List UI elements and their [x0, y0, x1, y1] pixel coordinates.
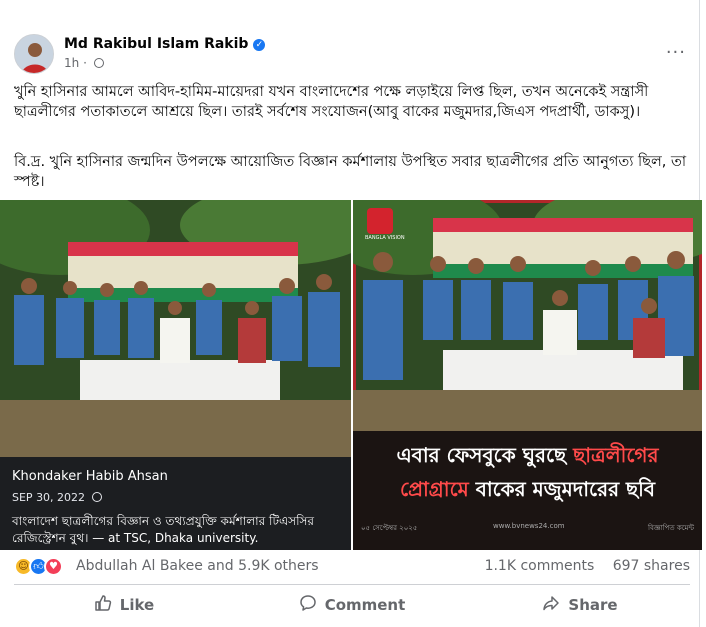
globe-icon — [93, 58, 104, 68]
photo-left[interactable]: Khondaker Habib Ahsan SEP 30, 2022 বাংলা… — [0, 200, 351, 550]
share-label: Share — [568, 596, 618, 614]
photo-left-scene — [0, 200, 351, 457]
post-photos: Khondaker Habib Ahsan SEP 30, 2022 বাংলা… — [0, 200, 702, 550]
banner-line-2: প্রোগ্রামে বাকের মজুমদারের ছবি — [353, 475, 702, 508]
comment-label: Comment — [324, 596, 406, 614]
banner-footer-date: ০৫ সেপ্টেম্বর ২০২৫ — [361, 524, 418, 532]
share-button[interactable]: Share — [470, 588, 690, 622]
post-text-paragraph-2: বি.দ্র. খুনি হাসিনার জন্মদিন উপলক্ষে আয়… — [14, 154, 687, 190]
overlay-caption: বাংলাদেশ ছাত্রলীগের বিজ্ঞান ও তথ্যপ্রযুক… — [12, 514, 315, 545]
banner-footer-url: www.bvnews24.com — [493, 522, 565, 530]
photo-left-overlay: Khondaker Habib Ahsan SEP 30, 2022 বাংলা… — [0, 457, 351, 550]
banner-line-1: এবার ফেসবুকে ঘুরছে ছাত্রলীগের — [353, 441, 702, 474]
photo-right[interactable]: BANGLA VISION এবার ফেসবুকে ঘুরছে ছাত্রলী… — [353, 200, 702, 550]
banner-line-1-text: এবার ফেসবুকে ঘুরছে — [396, 443, 574, 467]
post-meta: 1h · — [64, 56, 104, 70]
post-header: Md Rakibul Islam Rakib ✓ 1h · ··· — [12, 32, 692, 74]
bangla-vision-label: BANGLA VISION — [365, 235, 405, 241]
reaction-names[interactable]: Abdullah Al Bakee and 5.9K others — [76, 558, 319, 574]
avatar-image — [15, 35, 53, 73]
actions-divider — [14, 584, 690, 585]
author-name-text[interactable]: Md Rakibul Islam Rakib — [64, 36, 248, 52]
reactions-bar: ☺ 👍︎ ♥ Abdullah Al Bakee and 5.9K others… — [14, 556, 690, 578]
banner-line-2-text: বাকের মজুমদারের ছবি — [468, 477, 656, 501]
verified-badge-icon: ✓ — [253, 39, 266, 51]
post-time[interactable]: 1h — [64, 56, 79, 70]
banner-line-1-highlight: ছাত্রলীগের — [573, 443, 659, 467]
post-card: Md Rakibul Islam Rakib ✓ 1h · ··· খুনি হা… — [0, 0, 702, 627]
overlay-date-text: SEP 30, 2022 — [12, 491, 86, 504]
comment-icon — [299, 594, 317, 616]
photo-right-banner: এবার ফেসবুকে ঘুরছে ছাত্রলীগের প্রোগ্রামে… — [353, 431, 702, 550]
love-reaction-icon: ♥ — [44, 557, 63, 576]
post-text-paragraph-1: খুনি হাসিনার আমলে আবিদ-হামিম-মায়েদরা যখ… — [14, 84, 649, 120]
avatar[interactable] — [14, 34, 54, 74]
engagement-counts: 1.1K comments 697 shares — [471, 558, 690, 574]
globe-icon — [91, 492, 102, 502]
overlay-author-name[interactable]: Khondaker Habib Ahsan — [12, 469, 168, 484]
more-icon[interactable]: ··· — [666, 42, 686, 63]
overlay-date: SEP 30, 2022 — [12, 491, 102, 504]
comment-button[interactable]: Comment — [242, 588, 462, 622]
shares-count[interactable]: 697 shares — [613, 558, 690, 574]
like-button[interactable]: Like — [14, 588, 234, 622]
reaction-icons[interactable]: ☺ 👍︎ ♥ — [14, 557, 72, 577]
action-bar: Like Comment Share — [14, 588, 690, 622]
author-name[interactable]: Md Rakibul Islam Rakib ✓ — [64, 36, 266, 52]
like-icon — [94, 594, 112, 616]
like-label: Like — [119, 596, 155, 614]
share-icon — [542, 594, 560, 616]
banner-line-2-highlight: প্রোগ্রামে — [399, 477, 469, 501]
banner-footer-ad: বিজ্ঞাপিত কমেন্ট — [648, 524, 694, 532]
bangla-vision-logo-icon — [367, 208, 393, 234]
photo-right-scene — [353, 200, 702, 434]
comments-count[interactable]: 1.1K comments — [485, 558, 595, 574]
